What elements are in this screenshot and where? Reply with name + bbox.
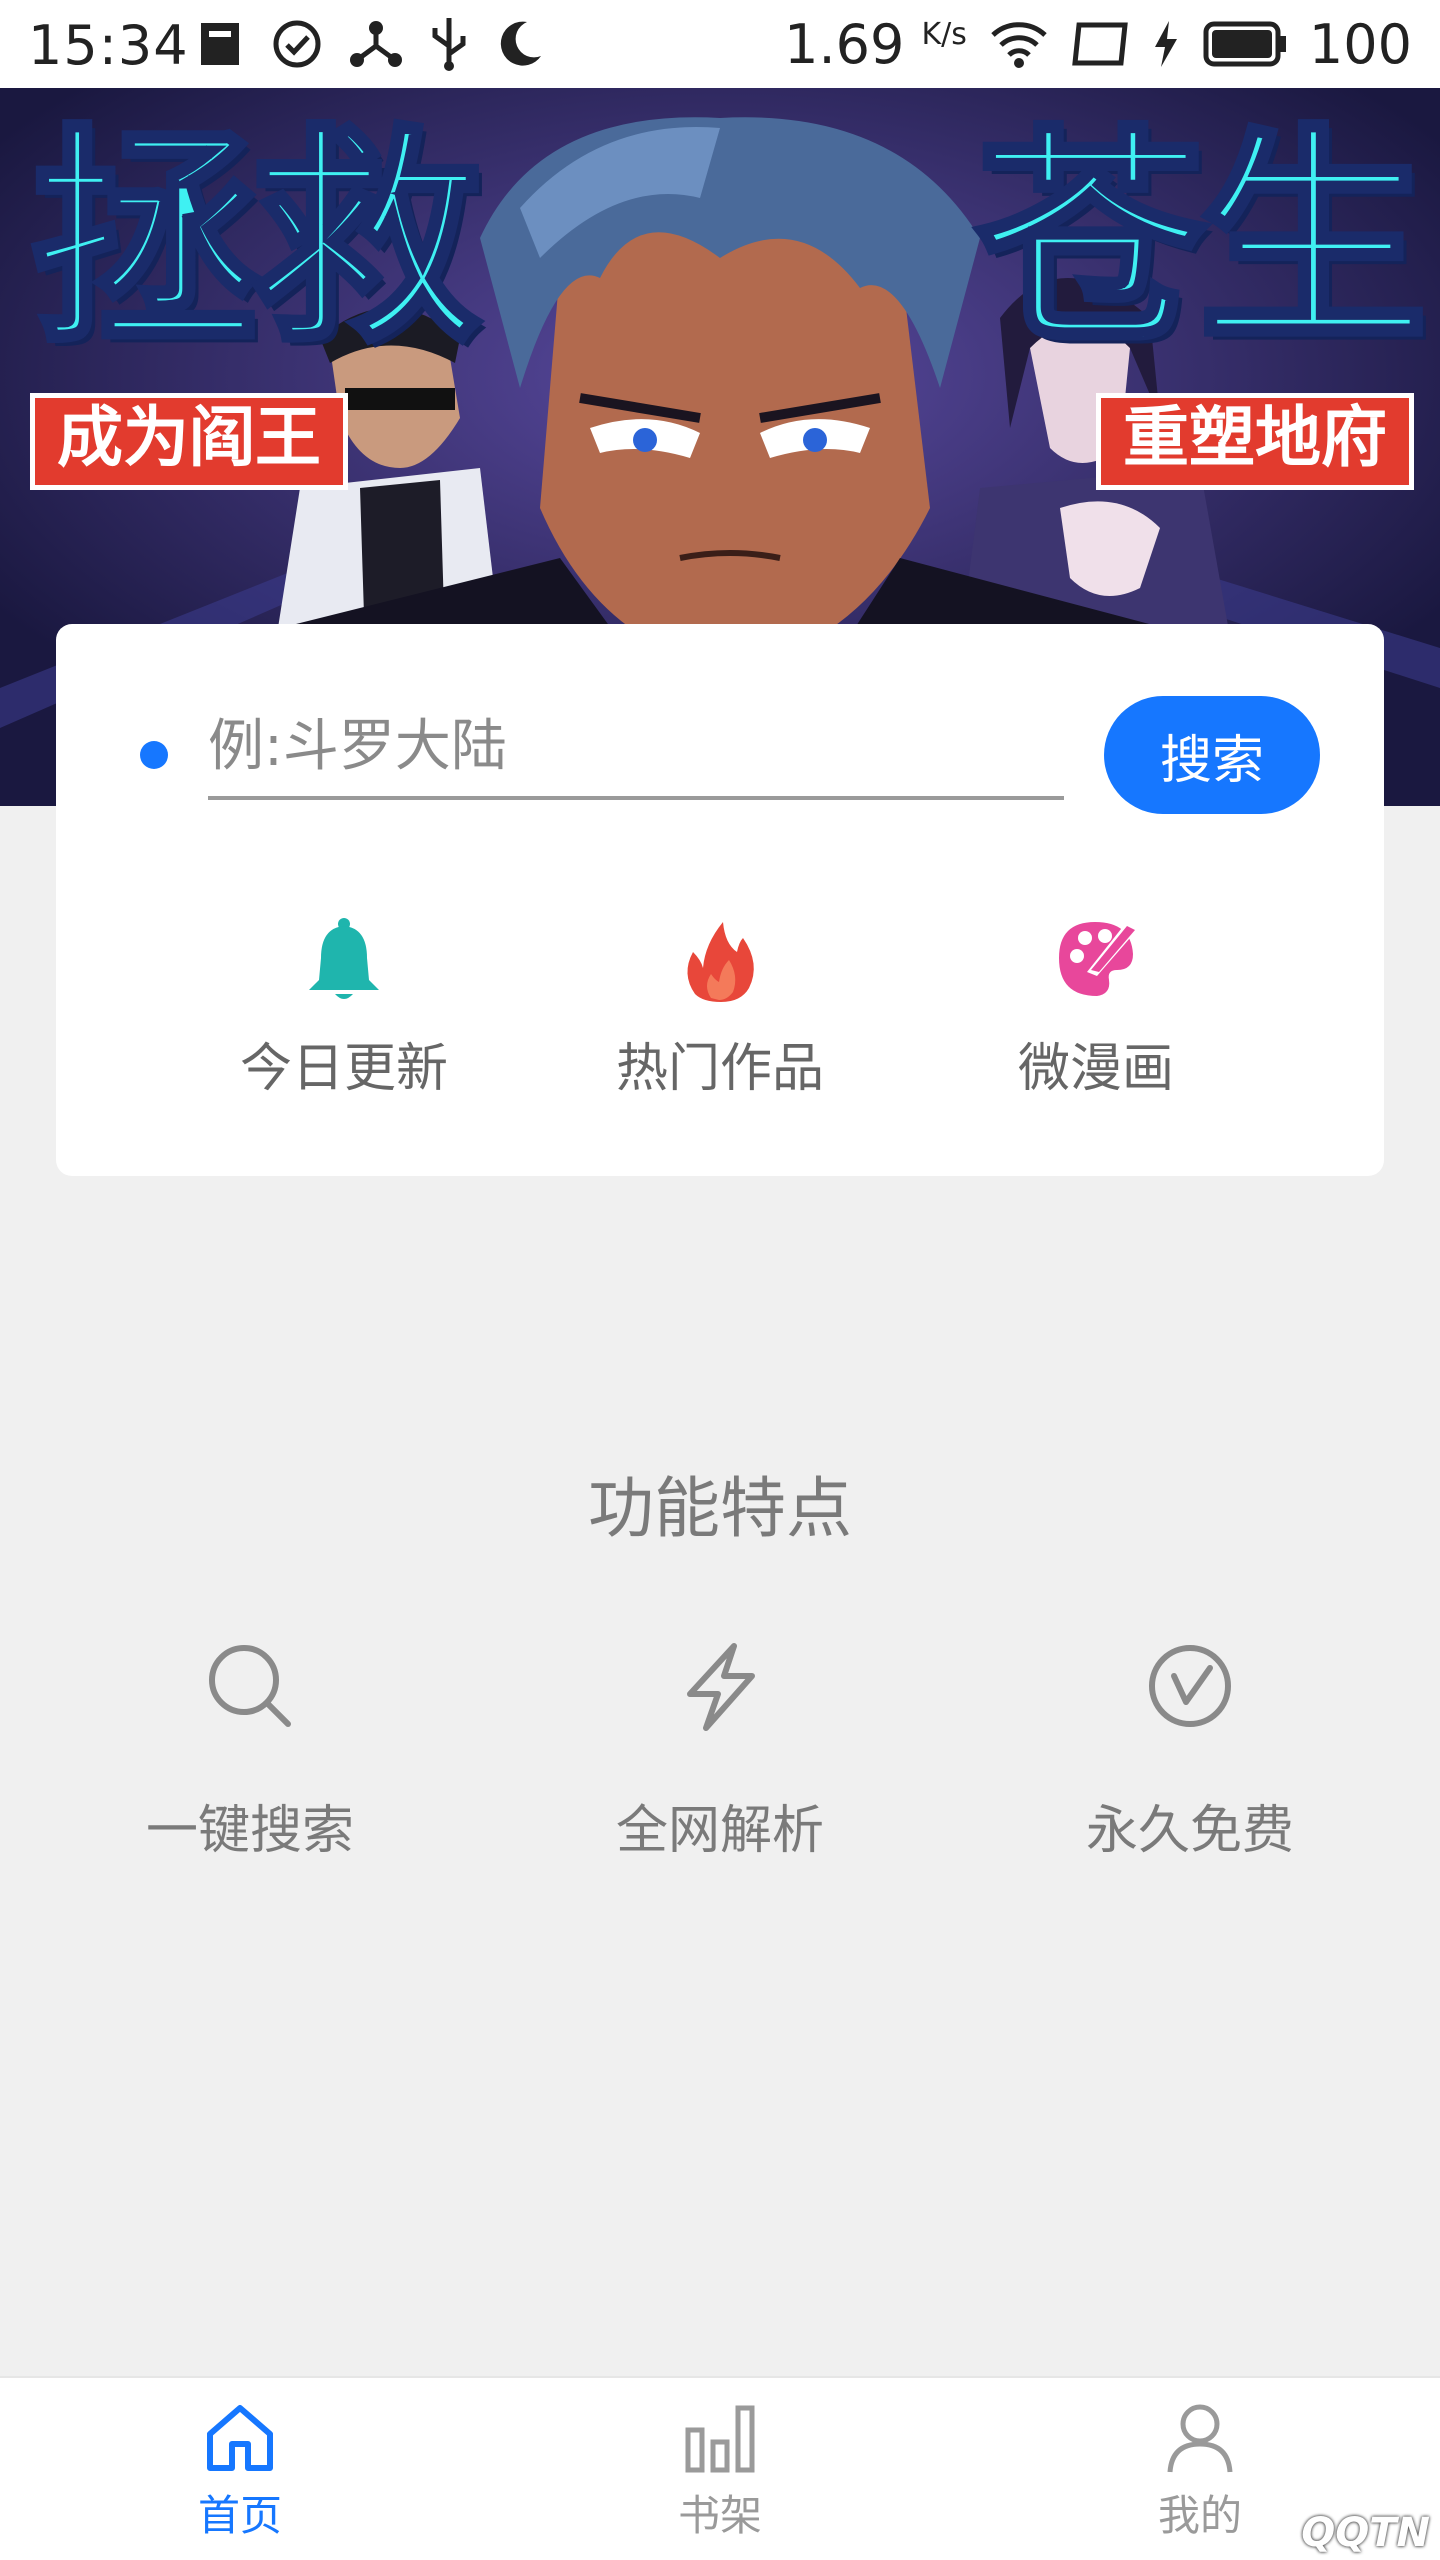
search-button[interactable]: 搜索 [1104, 696, 1320, 814]
palette-brush-icon [1059, 922, 1137, 996]
home-icon [207, 2405, 273, 2471]
app-root: 15:34 1.69 K/s 100 拯救 苍生 成为阎王 重塑地府 例:斗罗大… [0, 0, 1440, 2560]
bar-chart-icon [685, 2405, 755, 2473]
share-node-icon [350, 21, 402, 67]
banner-tag-right: 重塑地府 [1096, 393, 1414, 490]
wifi-icon [991, 22, 1047, 68]
feature-label: 全网解析 [615, 1801, 824, 1861]
nav-item-home[interactable]: 首页 [90, 2400, 390, 2550]
search-card: 搜索 今日更新 热门作品 微漫 [56, 624, 1384, 1176]
bottom-nav: 首页 书架 我的 QQTN [0, 2376, 1440, 2560]
banner-title-left: 拯救 [27, 107, 485, 374]
feature-label: 一键搜索 [145, 1801, 354, 1861]
banner-title-right: 苍生 [973, 107, 1431, 374]
bell-icon [309, 918, 379, 999]
banner-tag-left: 成为阎王 [30, 393, 348, 490]
lightning-icon [687, 1643, 755, 1731]
sd-card-icon [201, 23, 239, 65]
battery-icon [1203, 21, 1286, 67]
battery-level: 100 [1308, 12, 1412, 76]
quick-entry-label: 热门作品 [615, 1039, 824, 1099]
search-input[interactable] [208, 696, 1064, 800]
status-right: 1.69 K/s 100 [784, 12, 1412, 76]
quick-entry-label: 今日更新 [239, 1039, 448, 1099]
quick-entry-today-update[interactable]: 今日更新 [194, 914, 494, 1134]
check-circle-icon [273, 20, 321, 68]
screen-icon [1072, 22, 1128, 66]
watermark-logo: QQTN [1301, 2510, 1430, 2556]
usb-icon [432, 18, 466, 71]
feature-label: 永久免费 [1085, 1801, 1294, 1861]
feature-full-web-parse: 全网解析 [540, 1640, 900, 1880]
net-speed: 1.69 K/s [784, 12, 967, 76]
nav-item-bookshelf[interactable]: 书架 [570, 2400, 870, 2550]
status-left-icons [195, 16, 545, 72]
status-time: 15:34 [28, 14, 189, 77]
moon-icon [500, 21, 541, 66]
nav-label: 书架 [677, 2491, 762, 2540]
clock-check-icon [1149, 1645, 1231, 1727]
search-icon [209, 1645, 291, 1727]
user-icon [1167, 2404, 1233, 2473]
status-bar: 15:34 1.69 K/s 100 [0, 0, 1440, 88]
search-indicator-dot [140, 741, 168, 769]
feature-forever-free: 永久免费 [1010, 1640, 1370, 1880]
features-title: 功能特点 [588, 1470, 852, 1547]
feature-one-click-search: 一键搜索 [70, 1640, 430, 1880]
quick-entry-micro-comic[interactable]: 微漫画 [946, 914, 1246, 1134]
flame-icon [687, 922, 754, 1002]
nav-label: 我的 [1157, 2491, 1242, 2540]
charging-icon [1154, 21, 1177, 67]
nav-label: 首页 [197, 2491, 282, 2540]
quick-entry-label: 微漫画 [1017, 1039, 1174, 1099]
quick-entry-hot-works[interactable]: 热门作品 [570, 914, 870, 1134]
